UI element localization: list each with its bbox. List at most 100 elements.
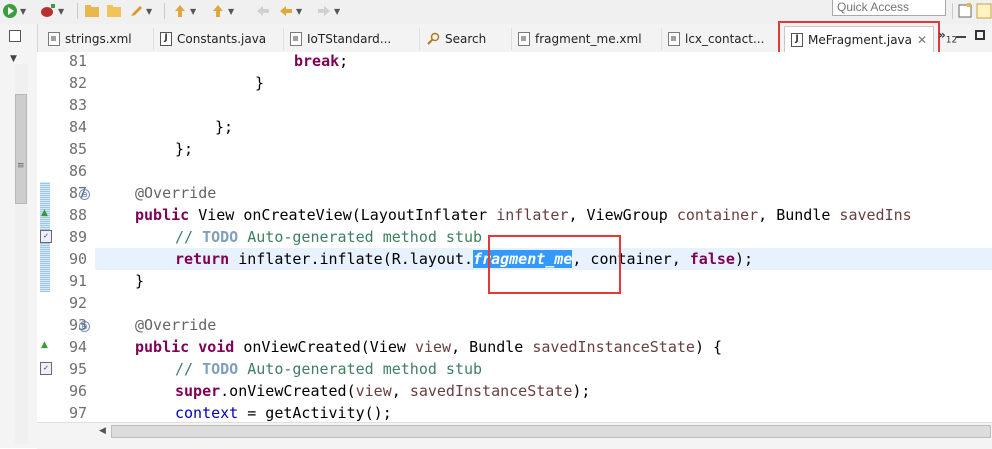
- code-line-90: return inflater.inflate(R.layout.fragmen…: [175, 248, 753, 270]
- line-number: 91: [68, 272, 87, 290]
- code-line-88: public View onCreateView(LayoutInflater …: [135, 204, 912, 226]
- maximize-button[interactable]: [975, 30, 985, 40]
- toolbar-separator: [77, 3, 78, 19]
- open-perspective-button[interactable]: [958, 2, 972, 20]
- chevron-down-icon[interactable]: ▼: [228, 7, 234, 16]
- tab-search[interactable]: Search: [420, 28, 512, 50]
- chevron-down-icon[interactable]: ▼: [190, 7, 196, 16]
- code-line-82: }: [255, 74, 265, 92]
- code-text: ) {: [694, 338, 723, 356]
- last-edit-button[interactable]: [255, 2, 271, 20]
- scroll-grip-icon: ≡: [17, 161, 25, 171]
- tab-strings-xml[interactable]: strings.xml: [42, 28, 154, 50]
- chevron-down-icon[interactable]: ▼: [296, 7, 302, 16]
- line-number: 97: [68, 404, 87, 422]
- annotation-ruler: ▲ ✓ ▲ ✓: [37, 52, 52, 422]
- tab-fragment-me-xml[interactable]: fragment_me.xml: [512, 28, 662, 50]
- line-number: 92: [68, 294, 87, 312]
- override-indicator-icon[interactable]: ▲: [41, 340, 48, 350]
- task-icon[interactable]: ✓: [40, 230, 52, 243]
- vertical-scroll-thumb[interactable]: [15, 94, 27, 204]
- line-number: 82: [68, 74, 87, 92]
- tab-label: lcx_contact...: [685, 32, 765, 46]
- forward-arrow-icon: [318, 6, 330, 16]
- todo-tag: TODO: [202, 228, 239, 246]
- chevron-down-icon[interactable]: ▼: [20, 7, 26, 16]
- line-number: 83: [68, 96, 87, 114]
- todo-tag: TODO: [202, 360, 239, 378]
- fold-toggle-icon[interactable]: ⊖: [79, 321, 90, 332]
- open-folder-icon: [107, 5, 121, 17]
- code-text: View onCreateView(LayoutInflater: [189, 206, 497, 224]
- edit-button[interactable]: ▼: [128, 2, 152, 20]
- override-indicator-icon[interactable]: ▲: [41, 208, 48, 218]
- parameter: savedInstanceState: [409, 382, 573, 400]
- horizontal-scroll-thumb[interactable]: [111, 425, 991, 438]
- folder-icon: [85, 5, 99, 17]
- run-button[interactable]: ▼: [2, 2, 26, 20]
- parameter: inflater: [496, 206, 569, 224]
- open-perspective-icon: [958, 3, 972, 18]
- line-number: 90: [68, 250, 87, 268]
- parameter: container: [676, 206, 759, 224]
- annotation-arrow-icon: [175, 5, 185, 17]
- toolbar-separator: [952, 3, 953, 19]
- parameter: savedIns: [839, 206, 912, 224]
- restore-panel-icon[interactable]: [9, 30, 21, 42]
- file-icon: [48, 32, 60, 46]
- code-text: );: [572, 382, 591, 400]
- line-number: 96: [68, 382, 87, 400]
- java-file-icon: J: [160, 32, 172, 46]
- fold-toggle-icon[interactable]: ⊖: [79, 189, 90, 200]
- line-number: 94: [68, 338, 87, 356]
- file-icon: [290, 32, 302, 46]
- search-icon: [427, 32, 440, 45]
- run-icon: [3, 4, 17, 18]
- back-button[interactable]: ▼: [278, 2, 302, 20]
- code-text: = getActivity();: [238, 404, 392, 422]
- keyword: void: [198, 338, 235, 356]
- tab-constants-java[interactable]: J Constants.java: [154, 28, 284, 50]
- comment: Auto-generated method stub: [238, 360, 483, 378]
- code-line-84: };: [215, 118, 234, 136]
- keyword: public: [135, 338, 190, 356]
- highlight-box-fragment-me: [488, 235, 621, 294]
- chevron-down-icon[interactable]: ▼: [58, 7, 64, 16]
- task-icon[interactable]: ✓: [40, 362, 52, 375]
- tab-lcx-contact[interactable]: lcx_contact...: [662, 28, 780, 50]
- prev-annotation-button[interactable]: ▼: [210, 2, 234, 20]
- bug-icon: [41, 4, 55, 17]
- code-line-97: context = getActivity();: [175, 402, 392, 422]
- line-number: 85: [68, 140, 87, 158]
- keyword: public: [135, 206, 190, 224]
- new-folder-button[interactable]: [84, 2, 100, 20]
- code-line-87: @Override: [135, 184, 217, 202]
- open-folder-button[interactable]: [106, 2, 122, 20]
- code-text: onViewCreated(View: [234, 338, 415, 356]
- chevron-down-icon[interactable]: ▼: [334, 7, 340, 16]
- editor-tab-bar: strings.xml J Constants.java IoTStandard…: [0, 21, 992, 61]
- horizontal-scrollbar[interactable]: ◀: [37, 422, 992, 449]
- line-number: 95: [68, 360, 87, 378]
- quick-access-input[interactable]: [832, 0, 946, 16]
- forward-button[interactable]: ▼: [316, 2, 340, 20]
- scroll-left-icon[interactable]: ◀: [99, 426, 106, 436]
- java-perspective-button[interactable]: [976, 2, 992, 20]
- chevron-down-icon[interactable]: ▼: [10, 54, 17, 64]
- code-text: ,: [391, 382, 410, 400]
- code-text: );: [734, 250, 753, 268]
- minimize-button[interactable]: [956, 36, 966, 38]
- comment: //: [175, 228, 203, 246]
- annotation-nav-button[interactable]: ▼: [172, 2, 196, 20]
- field: context: [175, 404, 239, 422]
- more-tabs-button[interactable]: »12: [938, 28, 957, 45]
- code-text: , ViewGroup: [568, 206, 677, 224]
- keyword: super: [175, 382, 221, 400]
- line-number: 86: [68, 162, 87, 180]
- tab-iotstandard[interactable]: IoTStandard...: [284, 28, 420, 50]
- chevron-down-icon[interactable]: ▼: [146, 7, 152, 16]
- debug-button[interactable]: ▼: [38, 2, 64, 20]
- code-editor[interactable]: ▲ ✓ ▲ ✓ 81 82 83 84 85 86 87 88 89 90 91…: [37, 52, 992, 422]
- more-tabs-symbol: »: [938, 28, 946, 42]
- back-arrow-icon: [280, 6, 292, 16]
